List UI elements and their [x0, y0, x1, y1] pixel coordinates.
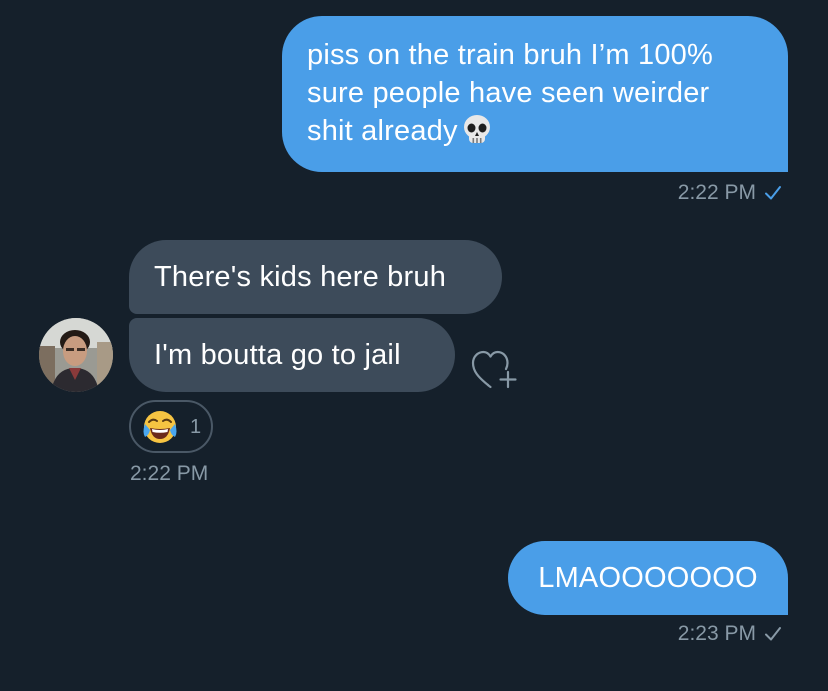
message-text: I'm boutta go to jail	[154, 339, 401, 371]
message-text-line: sure people have seen weirder	[307, 77, 710, 109]
reaction-count: 1	[190, 416, 202, 438]
avatar[interactable]	[39, 318, 113, 392]
message-text-line: piss on the train bruh I’m 100%	[307, 39, 713, 71]
message-meta: 2:22 PM	[130, 462, 208, 486]
message-bubble-sent[interactable]: piss on the train bruh I’m 100% sure peo…	[282, 16, 788, 172]
message-meta: 2:22 PM	[678, 181, 782, 207]
check-icon	[764, 624, 782, 648]
message-timestamp: 2:22 PM	[677, 181, 756, 204]
message-timestamp: 2:23 PM	[677, 622, 756, 645]
skull-emoji-icon	[462, 114, 492, 156]
message-bubble-received[interactable]: There's kids here bruh	[129, 240, 502, 314]
message-text: LMAOOOOOOO	[538, 562, 758, 594]
face-with-tears-of-joy-icon	[141, 408, 179, 451]
reaction-pill[interactable]: 1	[129, 400, 213, 453]
message-bubble-received[interactable]: I'm boutta go to jail	[129, 318, 455, 392]
message-timestamp: 2:22 PM	[130, 462, 209, 485]
message-bubble-sent[interactable]: LMAOOOOOOO	[508, 541, 788, 615]
heart-plus-icon[interactable]	[470, 347, 520, 391]
message-text: There's kids here bruh	[154, 261, 447, 293]
check-icon	[764, 183, 782, 207]
message-text-line: shit already	[307, 115, 458, 147]
message-meta: 2:23 PM	[678, 622, 782, 648]
